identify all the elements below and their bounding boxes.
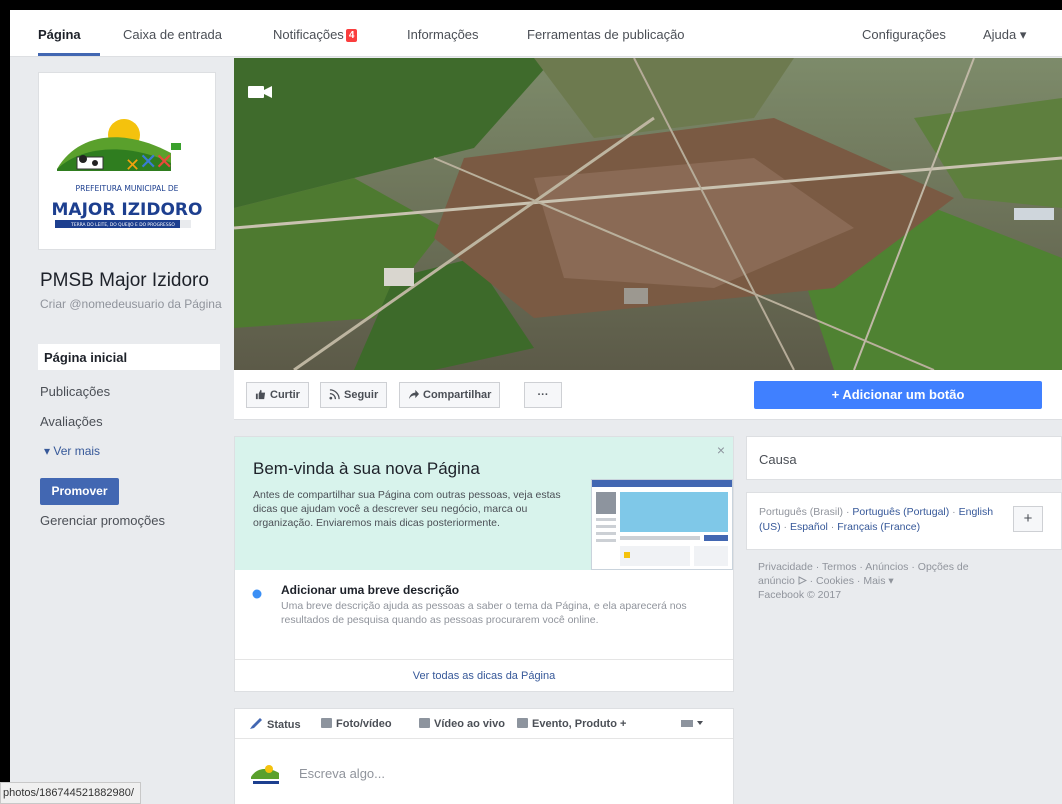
- browser-status-url: photos/186744521882980/: [0, 782, 141, 804]
- footer-ads[interactable]: Anúncios: [865, 561, 908, 573]
- share-button-label: Compartilhar: [423, 389, 492, 401]
- photo-icon: [321, 718, 332, 728]
- lang-es[interactable]: Español: [790, 521, 828, 533]
- add-button-cta[interactable]: + Adicionar um botão: [754, 381, 1042, 409]
- lightbulb-icon: [252, 589, 262, 599]
- composer-tab-live-video-label: Vídeo ao vivo: [434, 718, 505, 730]
- page-profile-picture[interactable]: ✕ ✕ ✕ PREFEITURA MUNICIPAL DE MAJOR IZID…: [38, 72, 216, 250]
- languages-list: Português (Brasil) · Português (Portugal…: [759, 506, 994, 533]
- tab-caixa-de-entrada[interactable]: Caixa de entrada: [123, 27, 222, 42]
- audience-selector[interactable]: [681, 718, 705, 731]
- leftnav-pagina-inicial-label: Página inicial: [44, 350, 128, 365]
- footer-terms[interactable]: Termos: [822, 561, 856, 573]
- notification-count-badge: 4: [345, 29, 358, 42]
- welcome-title: Bem-vinda à sua nova Página: [253, 459, 480, 478]
- composer-tab-event-product[interactable]: Evento, Produto +: [517, 718, 626, 730]
- footer-more[interactable]: Mais: [863, 575, 885, 587]
- tab-pagina[interactable]: Página: [38, 27, 81, 42]
- footer-cookies[interactable]: Cookies: [816, 575, 854, 587]
- calendar-icon: [517, 718, 528, 728]
- help-menu[interactable]: Ajuda ▾: [983, 27, 1026, 43]
- page-top-nav: Página Caixa de entrada Notificações 4 In…: [10, 10, 1062, 57]
- active-tab-indicator: [38, 53, 100, 56]
- category-box[interactable]: Causa: [746, 436, 1062, 480]
- tab-notificacoes[interactable]: Notificações 4: [273, 27, 358, 42]
- page-action-bar: Curtir Seguir Compartilhar ··· + Adicion…: [234, 370, 1062, 420]
- more-options-button[interactable]: ···: [524, 382, 562, 408]
- page-preview-illustration: [591, 479, 733, 570]
- tab-informacoes[interactable]: Informações: [407, 27, 479, 42]
- share-button[interactable]: Compartilhar: [399, 382, 501, 408]
- welcome-body: Antes de compartilhar sua Página com out…: [253, 489, 561, 529]
- page-avatar-small: [251, 765, 279, 784]
- logo-line-1: PREFEITURA MUNICIPAL DE: [76, 184, 179, 193]
- welcome-card: Bem-vinda à sua nova Página Antes de com…: [234, 436, 734, 692]
- tab-configuracoes[interactable]: Configurações: [862, 27, 946, 42]
- svg-text:✕: ✕: [125, 155, 140, 176]
- svg-text:✕: ✕: [155, 150, 173, 175]
- composer-input[interactable]: Escreva algo...: [299, 766, 385, 781]
- welcome-header: Bem-vinda à sua nova Página Antes de com…: [235, 437, 733, 570]
- composer-tab-status-label: Status: [267, 719, 301, 731]
- tip-description: Uma breve descrição ajuda as pessoas a s…: [281, 600, 687, 626]
- lang-fr[interactable]: Français (France): [837, 521, 920, 533]
- composer-tab-photo-video[interactable]: Foto/vídeo: [321, 718, 392, 730]
- post-composer: Status Foto/vídeo Vídeo ao vivo Evento, …: [234, 708, 734, 804]
- languages-box: Português (Brasil) · Português (Portugal…: [746, 492, 1062, 550]
- lang-pt-pt[interactable]: Português (Portugal): [852, 506, 949, 518]
- footer-links: Privacidade · Termos · Anúncios · Opções…: [758, 561, 969, 601]
- like-button-label: Curtir: [270, 389, 300, 401]
- create-username-link[interactable]: Criar @nomedeusuario da Página: [40, 297, 225, 311]
- promote-button[interactable]: Promover: [40, 478, 119, 505]
- all-tips-row: Ver todas as dicas da Página: [235, 659, 733, 691]
- tab-notificacoes-label: Notificações: [273, 27, 344, 42]
- rss-icon: [329, 389, 340, 400]
- leftnav-pagina-inicial[interactable]: Página inicial: [38, 344, 220, 370]
- prefeitura-logo: ✕ ✕ ✕ PREFEITURA MUNICIPAL DE MAJOR IZID…: [52, 119, 203, 228]
- lang-current: Português (Brasil): [759, 506, 844, 518]
- all-tips-link[interactable]: Ver todas as dicas da Página: [413, 670, 555, 682]
- facebook-page-window: Página Caixa de entrada Notificações 4 In…: [10, 10, 1062, 804]
- aerial-city-photo: [234, 58, 1062, 370]
- live-video-icon: [419, 718, 430, 728]
- close-icon[interactable]: ×: [717, 442, 725, 458]
- leftnav-avaliacoes[interactable]: Avaliações: [40, 414, 103, 429]
- footer-copyright: Facebook © 2017: [758, 589, 842, 601]
- ad-choices-icon: [798, 576, 807, 585]
- pencil-icon: [250, 718, 262, 729]
- page-name[interactable]: PMSB Major Izidoro: [40, 270, 209, 292]
- logo-line-2: MAJOR IZIDORO: [52, 200, 203, 220]
- video-camera-icon[interactable]: [248, 84, 272, 100]
- tip-title[interactable]: Adicionar uma breve descrição: [281, 583, 459, 597]
- logo-line-3: TERRA DO LEITE, DO QUEIJO E DO PROGRESSO: [70, 222, 175, 228]
- add-language-button[interactable]: +: [1013, 506, 1043, 532]
- manage-promotions-link[interactable]: Gerenciar promoções: [40, 513, 165, 528]
- follow-button[interactable]: Seguir: [320, 382, 388, 408]
- cover-photo[interactable]: [234, 58, 1062, 370]
- see-more-link[interactable]: ▾ Ver mais: [44, 444, 100, 458]
- footer-privacy[interactable]: Privacidade: [758, 561, 813, 573]
- composer-tabs: Status Foto/vídeo Vídeo ao vivo Evento, …: [235, 709, 733, 739]
- composer-tab-status[interactable]: Status: [249, 718, 301, 731]
- audience-icon: [681, 720, 703, 727]
- leftnav-publicacoes[interactable]: Publicações: [40, 384, 110, 399]
- composer-tab-photo-video-label: Foto/vídeo: [336, 718, 392, 730]
- category-label: Causa: [759, 452, 797, 467]
- follow-button-label: Seguir: [344, 389, 379, 401]
- thumbs-up-icon: [255, 389, 266, 400]
- share-arrow-icon: [408, 389, 419, 400]
- like-button[interactable]: Curtir: [246, 382, 309, 408]
- composer-tab-live-video[interactable]: Vídeo ao vivo: [419, 718, 505, 730]
- tab-ferramentas-de-publicacao[interactable]: Ferramentas de publicação: [527, 27, 685, 42]
- composer-tab-event-product-label: Evento, Produto +: [532, 718, 627, 730]
